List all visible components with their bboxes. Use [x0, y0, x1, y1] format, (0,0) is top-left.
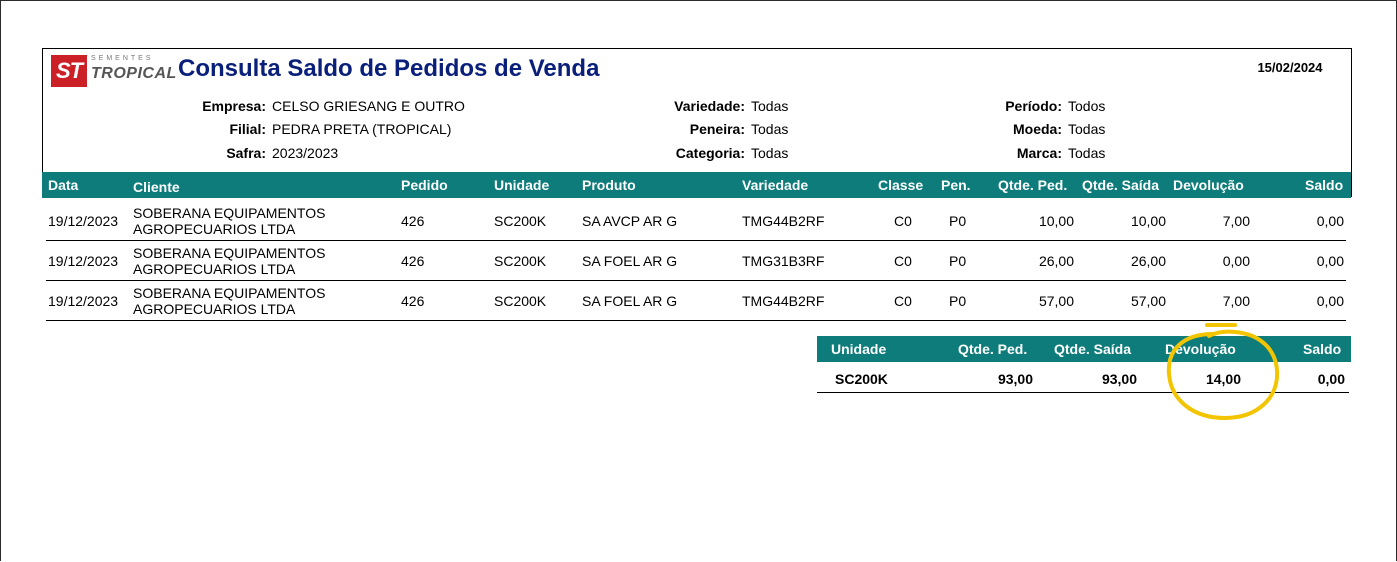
company-logo: ST SEMENTES TROPICAL: [51, 53, 176, 89]
filter-moeda: Moeda: Todas: [1013, 121, 1106, 137]
summary-row: SC200K 93,00 93,00 14,00 0,00: [817, 362, 1349, 393]
sum-saldo: 0,00: [1317, 371, 1345, 387]
cell-produto: SA AVCP AR G: [582, 213, 678, 229]
filter-marca: Marca: Todas: [1016, 145, 1106, 161]
sum-col-saldo: Saldo: [1303, 341, 1342, 357]
cell-produto: SA FOEL AR G: [582, 293, 678, 309]
col-cliente: Cliente: [133, 179, 180, 195]
cell-cliente: SOBERANA EQUIPAMENTOS AGROPECUARIOS LTDA: [133, 245, 326, 277]
sum-col-qtde-ped: Qtde. Ped.: [958, 341, 1028, 357]
cell-saldo: 0,00: [1316, 253, 1344, 269]
logo-tropical: TROPICAL: [91, 65, 177, 82]
cell-variedade: TMG31B3RF: [742, 253, 825, 269]
cell-saldo: 0,00: [1316, 293, 1344, 309]
filter-peneira: Peneira: Todas: [689, 121, 789, 137]
cell-qtde-ped: 26,00: [1038, 253, 1074, 269]
sum-col-devolucao: Devolução: [1165, 341, 1236, 357]
cell-pen: P0: [949, 253, 967, 269]
sum-qtde-ped: 93,00: [997, 371, 1033, 387]
filter-periodo: Período: Todos: [1005, 98, 1106, 114]
cell-data: 19/12/2023: [48, 293, 119, 309]
cell-pedido: 426: [401, 213, 425, 229]
col-variedade: Variedade: [742, 177, 809, 193]
col-qtde-saida: Qtde. Saída: [1082, 177, 1160, 193]
filter-variedade: Variedade: Todas: [674, 98, 789, 114]
sum-qtde-saida: 93,00: [1101, 371, 1137, 387]
cell-pen: P0: [949, 213, 967, 229]
col-pen: Pen.: [941, 177, 971, 193]
cell-unidade: SC200K: [494, 293, 547, 309]
table-row: 19/12/2023 SOBERANA EQUIPAMENTOS AGROPECU…: [46, 201, 1346, 241]
cell-pedido: 426: [401, 253, 425, 269]
cell-qtde-saida: 26,00: [1130, 253, 1166, 269]
cell-variedade: TMG44B2RF: [742, 293, 825, 309]
report-date: 15/02/2024: [1257, 60, 1323, 75]
filter-categoria: Categoria: Todas: [675, 145, 789, 161]
col-saldo: Saldo: [1305, 177, 1344, 193]
logo-sementes: SEMENTES: [91, 55, 154, 62]
sum-unidade: SC200K: [835, 371, 888, 387]
cell-data: 19/12/2023: [48, 213, 119, 229]
filter-filial: Filial: PEDRA PRETA (TROPICAL): [229, 121, 452, 137]
table-row: 19/12/2023 SOBERANA EQUIPAMENTOS AGROPECU…: [46, 241, 1346, 281]
cell-pedido: 426: [401, 293, 425, 309]
cell-cliente: SOBERANA EQUIPAMENTOS AGROPECUARIOS LTDA: [133, 285, 326, 317]
col-data: Data: [48, 177, 79, 193]
cell-devolucao: 0,00: [1222, 253, 1250, 269]
col-classe: Classe: [878, 177, 924, 193]
cell-saldo: 0,00: [1316, 213, 1344, 229]
cell-qtde-saida: 57,00: [1130, 293, 1166, 309]
summary-header: Unidade Qtde. Ped. Qtde. Saída Devolução…: [817, 336, 1351, 362]
cell-pen: P0: [949, 293, 967, 309]
cell-qtde-ped: 57,00: [1038, 293, 1074, 309]
sum-devolucao: 14,00: [1205, 371, 1241, 387]
sum-col-unidade: Unidade: [831, 341, 887, 357]
col-produto: Produto: [582, 177, 636, 193]
cell-classe: C0: [894, 293, 912, 309]
table-row: 19/12/2023 SOBERANA EQUIPAMENTOS AGROPECU…: [46, 281, 1346, 321]
page-title: Consulta Saldo de Pedidos de Venda: [178, 55, 600, 82]
cell-data: 19/12/2023: [48, 253, 119, 269]
cell-produto: SA FOEL AR G: [582, 253, 678, 269]
cell-classe: C0: [894, 213, 912, 229]
filter-empresa: Empresa: CELSO GRIESANG E OUTRO: [202, 98, 465, 114]
cell-qtde-saida: 10,00: [1130, 213, 1166, 229]
col-qtde-ped: Qtde. Ped.: [998, 177, 1068, 193]
sum-col-qtde-saida: Qtde. Saída: [1054, 341, 1132, 357]
cell-variedade: TMG44B2RF: [742, 213, 825, 229]
table-header: Data Cliente Pedido Unidade Produto Vari…: [42, 172, 1351, 198]
col-devolucao: Devolução: [1173, 177, 1244, 193]
col-pedido: Pedido: [401, 177, 448, 193]
filter-safra: Safra: 2023/2023: [226, 145, 339, 161]
cell-devolucao: 7,00: [1222, 293, 1250, 309]
cell-unidade: SC200K: [494, 213, 547, 229]
cell-qtde-ped: 10,00: [1038, 213, 1074, 229]
logo-badge: ST: [51, 55, 87, 87]
cell-classe: C0: [894, 253, 912, 269]
cell-devolucao: 7,00: [1222, 213, 1250, 229]
cell-cliente: SOBERANA EQUIPAMENTOS AGROPECUARIOS LTDA: [133, 205, 326, 237]
col-unidade: Unidade: [494, 177, 550, 193]
cell-unidade: SC200K: [494, 253, 547, 269]
